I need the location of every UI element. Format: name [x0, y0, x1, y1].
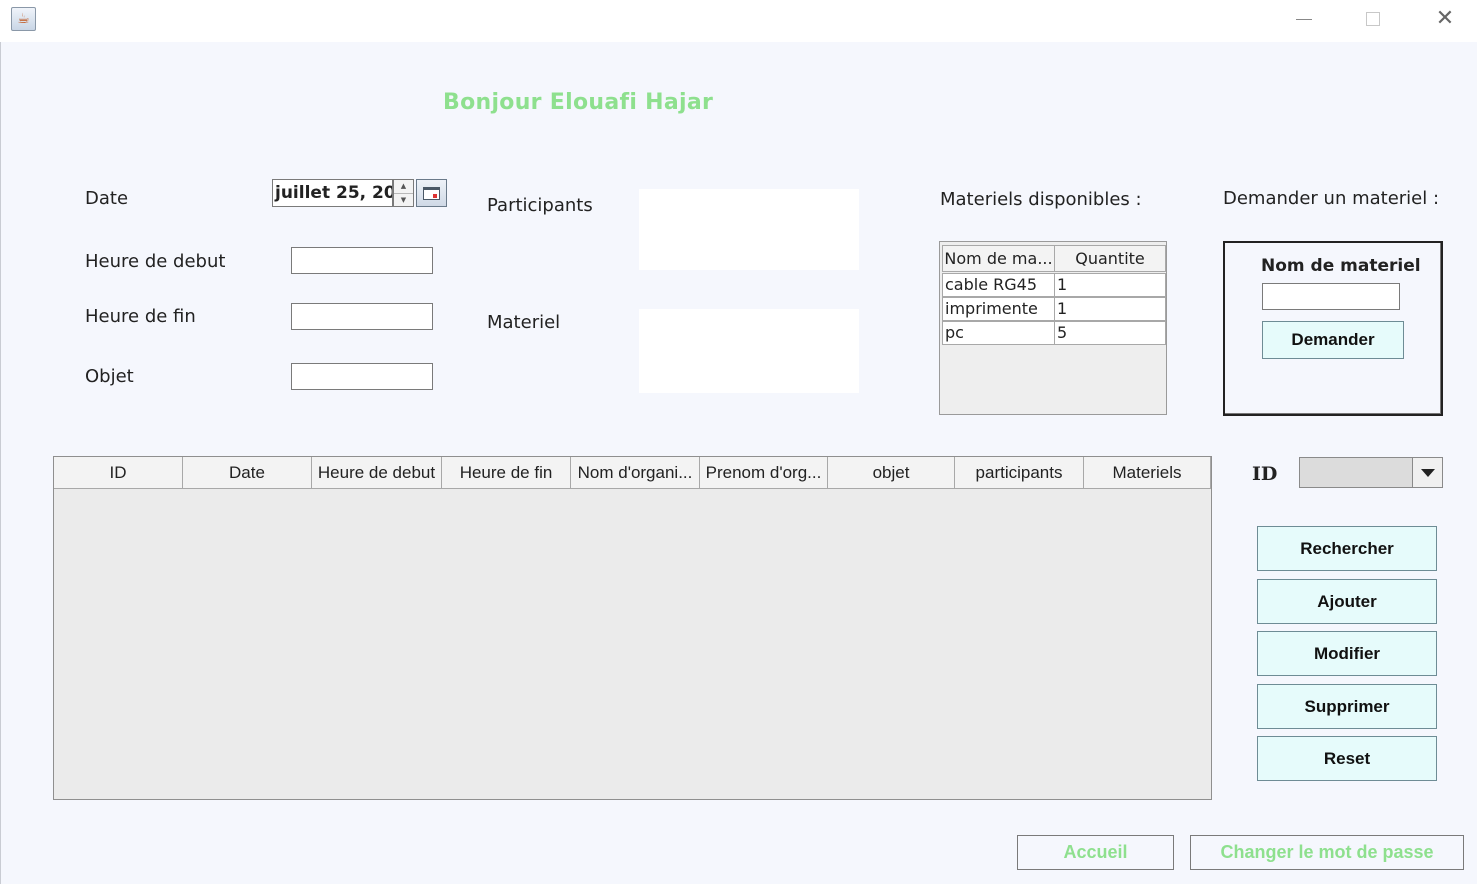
demander-button[interactable]: Demander: [1262, 321, 1404, 359]
material-name-label: Nom de materiel: [1261, 256, 1421, 276]
accueil-button[interactable]: Accueil: [1017, 835, 1174, 870]
object-input[interactable]: [292, 364, 432, 389]
col-header[interactable]: Nom de ma...: [942, 245, 1055, 272]
maximize-icon[interactable]: [1366, 12, 1380, 26]
start-time-input[interactable]: [292, 248, 432, 273]
col-header-start[interactable]: Heure de debut: [312, 457, 442, 489]
participants-list[interactable]: [639, 189, 859, 270]
object-label: Objet: [85, 366, 134, 387]
calendar-button[interactable]: [416, 179, 447, 207]
change-password-button[interactable]: Changer le mot de passe: [1190, 835, 1464, 870]
material-name-field[interactable]: [1262, 283, 1400, 310]
reset-button[interactable]: Reset: [1257, 736, 1437, 781]
end-time-input[interactable]: [292, 304, 432, 329]
calendar-icon: [423, 186, 440, 200]
window-border: [0, 42, 1, 884]
minimize-icon[interactable]: [1296, 19, 1312, 20]
col-header-org-name[interactable]: Nom d'organi...: [571, 457, 700, 489]
col-header-participants[interactable]: participants: [955, 457, 1084, 489]
close-icon[interactable]: ✕: [1433, 6, 1457, 32]
end-time-label: Heure de fin: [85, 306, 196, 327]
col-header-date[interactable]: Date: [183, 457, 312, 489]
end-time-field[interactable]: [291, 303, 433, 330]
start-time-field[interactable]: [291, 247, 433, 274]
id-select[interactable]: [1299, 457, 1443, 488]
object-field[interactable]: [291, 363, 433, 390]
material-name-input[interactable]: [1263, 284, 1399, 309]
col-header-end[interactable]: Heure de fin: [442, 457, 571, 489]
table-cell[interactable]: 1: [1054, 297, 1166, 321]
col-header[interactable]: Quantite: [1054, 245, 1166, 272]
table-cell[interactable]: cable RG45: [942, 273, 1055, 297]
col-header-objet[interactable]: objet: [828, 457, 955, 489]
col-header-materiels[interactable]: Materiels: [1084, 457, 1211, 489]
col-header-id[interactable]: ID: [54, 457, 183, 489]
supprimer-button[interactable]: Supprimer: [1257, 684, 1437, 729]
participants-label: Participants: [487, 195, 593, 216]
greeting-title: Bonjour Elouafi Hajar: [443, 90, 714, 115]
table-cell[interactable]: 1: [1054, 273, 1166, 297]
materiel-label: Materiel: [487, 312, 561, 333]
chevron-down-icon[interactable]: [1412, 458, 1442, 487]
java-app-icon[interactable]: ☕: [11, 7, 36, 31]
title-bar: [0, 0, 1477, 42]
available-title: Materiels disponibles :: [940, 189, 1142, 210]
table-cell[interactable]: pc: [942, 321, 1055, 345]
available-table[interactable]: Nom de ma... Quantite cable RG45 1 impri…: [939, 241, 1167, 415]
request-title: Demander un materiel :: [1223, 188, 1440, 209]
date-spinner[interactable]: ▲ ▼: [393, 179, 414, 207]
table-cell[interactable]: 5: [1054, 321, 1166, 345]
materiel-list[interactable]: [639, 309, 859, 393]
ajouter-button[interactable]: Ajouter: [1257, 579, 1437, 624]
reservations-table[interactable]: ID Date Heure de debut Heure de fin Nom …: [53, 456, 1212, 800]
date-value: juillet 25, 2023: [275, 183, 392, 203]
spin-up-icon[interactable]: ▲: [394, 180, 413, 193]
rechercher-button[interactable]: Rechercher: [1257, 526, 1437, 571]
col-header-org-firstname[interactable]: Prenom d'org...: [700, 457, 828, 489]
spin-down-icon[interactable]: ▼: [394, 193, 413, 206]
start-time-label: Heure de debut: [85, 251, 226, 272]
id-label: ID: [1252, 463, 1278, 485]
modifier-button[interactable]: Modifier: [1257, 631, 1437, 676]
table-cell[interactable]: imprimente: [942, 297, 1055, 321]
date-label: Date: [85, 188, 129, 209]
date-field[interactable]: juillet 25, 2023: [272, 179, 393, 207]
